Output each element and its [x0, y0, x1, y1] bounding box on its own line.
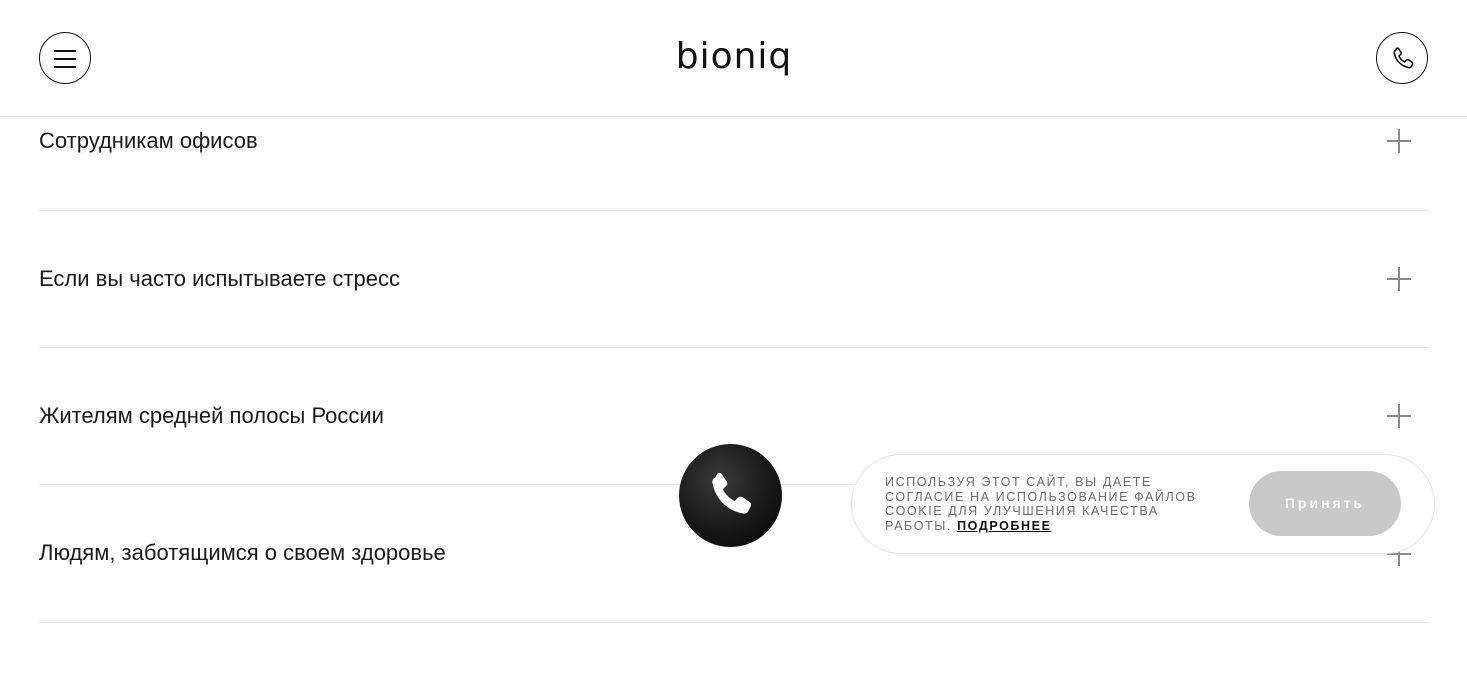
plus-icon[interactable]: [1387, 129, 1411, 153]
cookie-message: Используя этот сайт, вы даете согласие н…: [885, 475, 1215, 533]
accordion-item-title: Если вы часто испытываете стресс: [39, 266, 400, 291]
logo[interactable]: bioniq: [675, 34, 793, 80]
floating-call-button[interactable]: [679, 444, 782, 547]
accordion-item-title: Жителям средней полосы России: [39, 403, 384, 428]
phone-icon: [712, 472, 752, 514]
accept-cookies-button[interactable]: Принять: [1249, 471, 1401, 536]
site-header: bioniq: [0, 0, 1467, 117]
accordion-item-title: Людям, заботящимся о своем здоровье: [39, 540, 446, 565]
cookie-more-link[interactable]: Подробнее: [957, 519, 1051, 533]
hamburger-icon-bar: [54, 66, 76, 68]
plus-icon[interactable]: [1387, 404, 1411, 428]
hamburger-icon: [54, 50, 76, 52]
accordion-item[interactable]: Сотрудникам офисов: [39, 117, 1428, 211]
page: bioniq Сотрудникам офисов Если вы часто …: [0, 0, 1467, 676]
accordion-item[interactable]: Если вы часто испытываете стресс: [39, 211, 1428, 348]
menu-button[interactable]: [39, 32, 91, 84]
cookie-banner: Используя этот сайт, вы даете согласие н…: [851, 454, 1435, 554]
hamburger-icon-bar: [54, 58, 76, 60]
phone-icon: [1393, 47, 1414, 69]
accordion-item-title: Сотрудникам офисов: [39, 128, 258, 153]
call-button[interactable]: [1376, 32, 1428, 84]
plus-icon[interactable]: [1387, 267, 1411, 291]
